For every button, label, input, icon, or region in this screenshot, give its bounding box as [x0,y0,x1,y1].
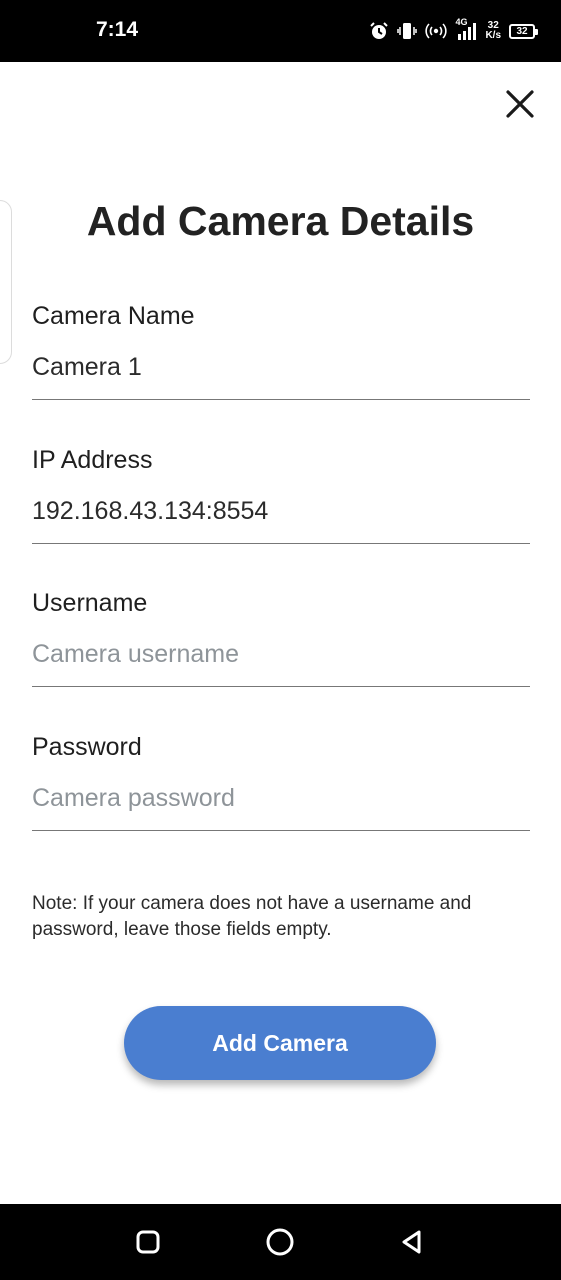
vibrate-icon [397,21,418,41]
ip-address-label: IP Address [32,446,153,474]
home-icon [266,1228,294,1256]
close-button[interactable] [500,84,540,124]
username-field: Username [32,589,530,687]
empty-credentials-note: Note: If your camera does not have a use… [32,893,472,940]
password-input[interactable] [32,782,530,814]
status-time: 7:14 [96,18,139,41]
home-button[interactable] [264,1226,296,1258]
password-label: Password [32,733,142,761]
add-camera-button[interactable]: Add Camera [124,1006,436,1080]
username-input[interactable] [32,638,530,670]
password-underline [32,830,530,831]
battery-level: 32 [516,25,528,37]
camera-name-label: Camera Name [32,302,195,330]
ip-address-field: IP Address [32,446,530,544]
camera-name-input[interactable] [32,351,530,383]
back-button[interactable] [396,1226,428,1258]
close-icon [506,90,534,118]
add-camera-dialog: Add Camera Details Camera Name IP Addres… [0,62,561,1204]
username-underline [32,686,530,687]
battery-icon: 32 [509,23,538,39]
network-speed: 32 K/s [485,21,501,41]
signal-icon: 4G [455,17,477,42]
username-label: Username [32,589,148,617]
network-speed-unit: K/s [485,30,501,41]
recent-apps-button[interactable] [132,1226,164,1258]
ip-address-underline [32,543,530,544]
alarm-icon [369,21,389,41]
dialog-title: Add Camera Details [86,198,475,244]
password-field: Password [32,733,530,831]
ip-address-input[interactable] [32,495,530,527]
status-icons: 4G 32 K/s 32 [369,17,538,45]
camera-name-underline [32,399,530,400]
status-bar: 7:14 4G 32 K/s 32 [0,0,561,62]
back-icon [402,1230,421,1254]
navigation-bar [0,1204,561,1280]
network-type-label: 4G [455,17,468,27]
hotspot-icon [425,21,448,41]
camera-name-field: Camera Name [32,302,530,400]
recent-apps-icon [136,1230,160,1254]
